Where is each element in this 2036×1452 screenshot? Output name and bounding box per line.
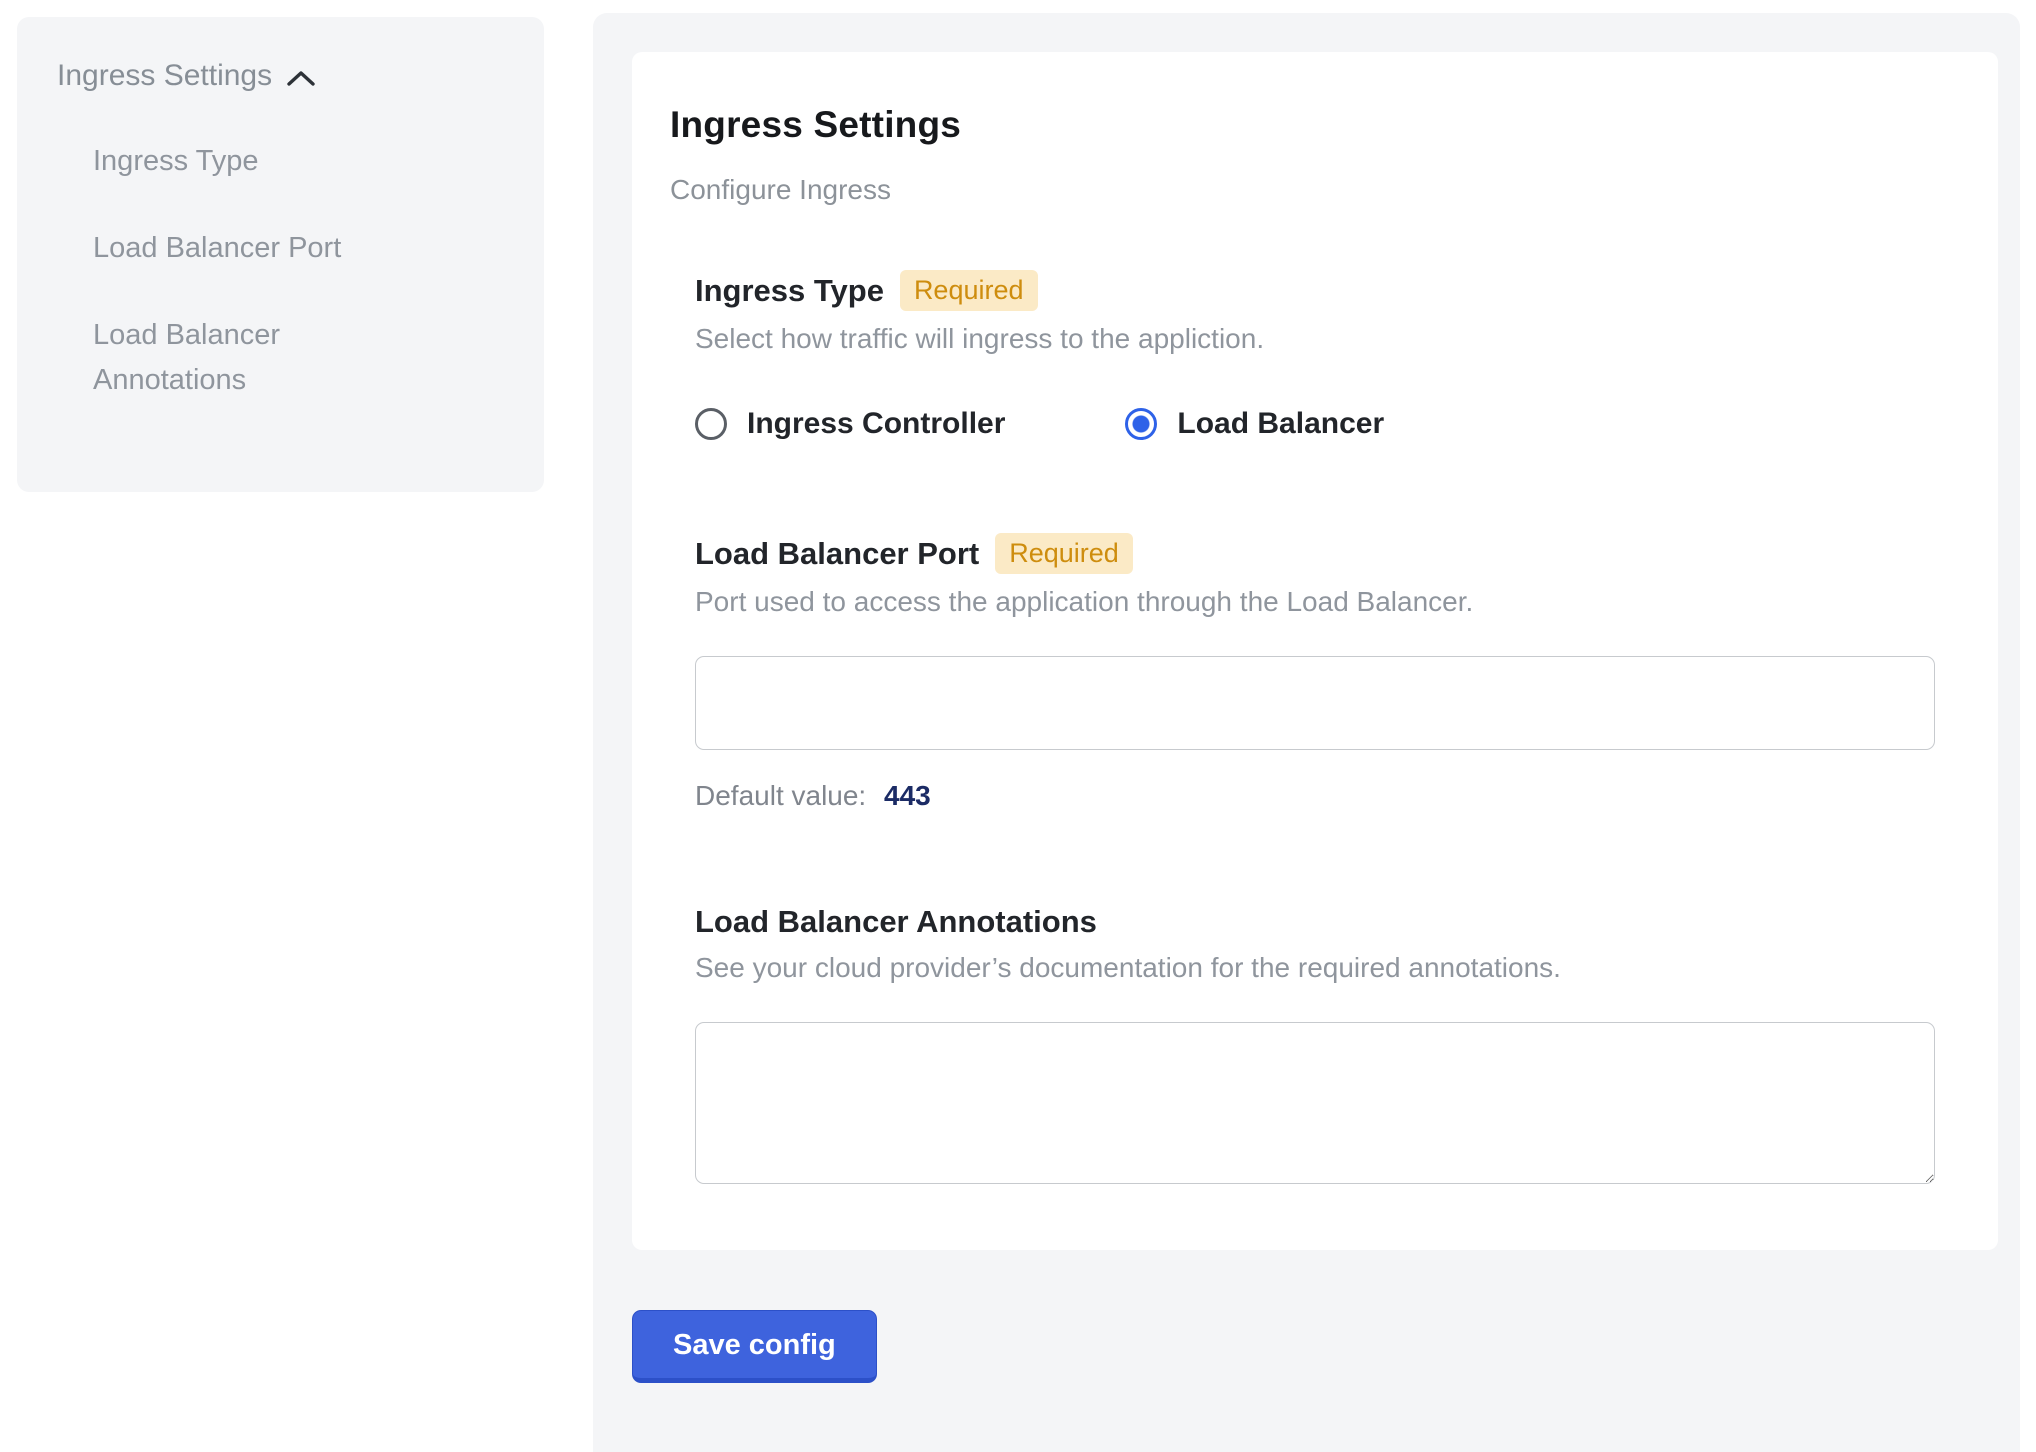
default-value-label: Default value: xyxy=(695,780,866,811)
section-ingress-type: Ingress Type Required Select how traffic… xyxy=(695,270,1958,441)
page: Ingress Settings Ingress Type Load Balan… xyxy=(0,0,2036,1452)
settings-nav: Ingress Settings Ingress Type Load Balan… xyxy=(17,17,544,492)
ingress-type-radio-group: Ingress Controller Load Balancer xyxy=(695,407,1958,441)
load-balancer-annotations-textarea[interactable] xyxy=(695,1022,1935,1184)
page-subtitle: Configure Ingress xyxy=(670,174,1958,206)
section-description: Select how traffic will ingress to the a… xyxy=(695,323,1958,355)
radio-icon xyxy=(695,408,727,440)
save-config-button[interactable]: Save config xyxy=(632,1310,877,1383)
main-panel: Ingress Settings Configure Ingress Ingre… xyxy=(593,13,2020,1452)
radio-icon xyxy=(1125,408,1157,440)
load-balancer-port-input[interactable] xyxy=(695,656,1935,750)
ingress-settings-card: Ingress Settings Configure Ingress Ingre… xyxy=(632,52,1998,1250)
section-title-load-balancer-port: Load Balancer Port xyxy=(695,536,979,572)
nav-items: Ingress Type Load Balancer Port Load Bal… xyxy=(57,139,514,403)
radio-load-balancer[interactable]: Load Balancer xyxy=(1125,407,1384,441)
section-load-balancer-annotations: Load Balancer Annotations See your cloud… xyxy=(695,904,1958,1184)
section-title-ingress-type: Ingress Type xyxy=(695,273,884,309)
default-value-line: Default value: 443 xyxy=(695,780,1958,812)
radio-label: Ingress Controller xyxy=(747,407,1005,441)
required-badge: Required xyxy=(900,270,1038,311)
page-title: Ingress Settings xyxy=(670,104,1958,146)
nav-item-ingress-type[interactable]: Ingress Type xyxy=(93,139,423,184)
radio-ingress-controller[interactable]: Ingress Controller xyxy=(695,407,1005,441)
section-description: Port used to access the application thro… xyxy=(695,586,1958,618)
radio-label: Load Balancer xyxy=(1177,407,1384,441)
nav-group-label: Ingress Settings xyxy=(57,59,272,93)
default-value: 443 xyxy=(884,780,931,811)
nav-group-ingress-settings[interactable]: Ingress Settings xyxy=(57,59,514,93)
section-title-load-balancer-annotations: Load Balancer Annotations xyxy=(695,904,1097,940)
nav-item-load-balancer-annotations[interactable]: Load Balancer Annotations xyxy=(93,313,423,403)
required-badge: Required xyxy=(995,533,1133,574)
section-description: See your cloud provider’s documentation … xyxy=(695,952,1958,984)
nav-item-load-balancer-port[interactable]: Load Balancer Port xyxy=(93,226,423,271)
chevron-up-icon xyxy=(286,69,316,87)
section-load-balancer-port: Load Balancer Port Required Port used to… xyxy=(695,533,1958,812)
